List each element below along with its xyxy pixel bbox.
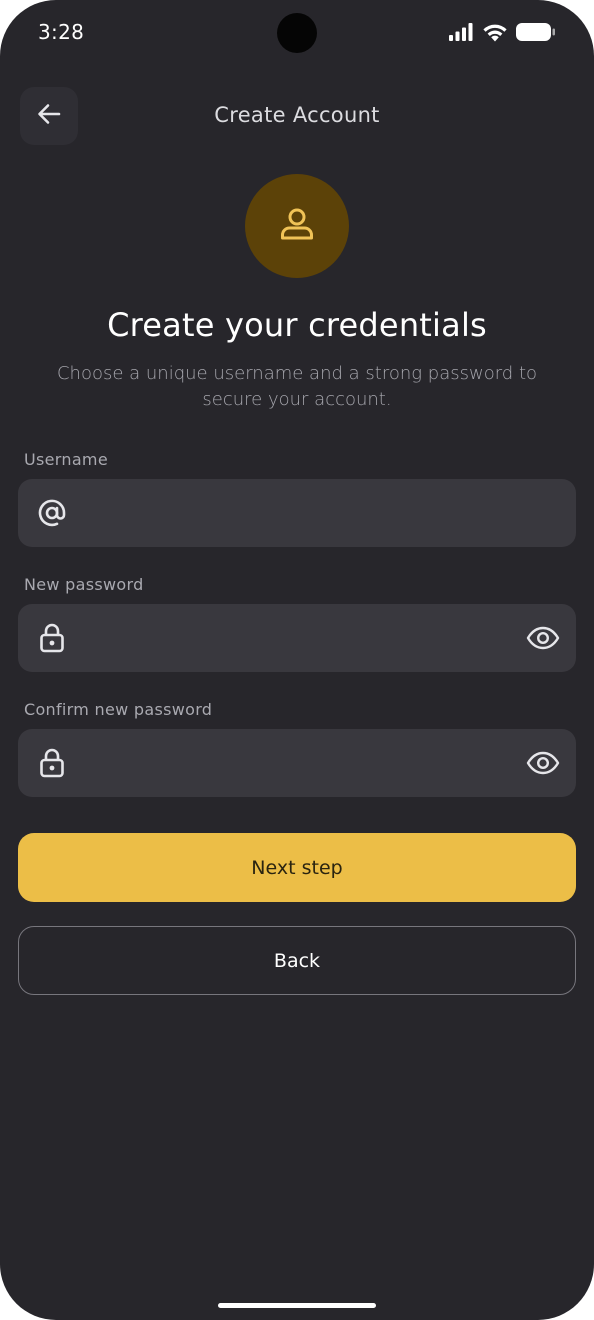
confirm-password-label: Confirm new password (24, 700, 213, 719)
new-password-field[interactable] (18, 604, 576, 672)
lock-icon (36, 622, 68, 654)
back-button[interactable]: Back (18, 926, 576, 995)
avatar (245, 174, 349, 278)
battery-icon (516, 22, 556, 46)
confirm-password-input[interactable] (86, 729, 506, 797)
new-password-input[interactable] (86, 604, 506, 672)
eye-icon[interactable] (526, 747, 560, 779)
at-sign-icon (36, 497, 68, 529)
main-heading: Create your credentials (107, 306, 487, 344)
signal-icon (448, 23, 474, 45)
username-field[interactable] (18, 479, 576, 547)
front-camera (277, 13, 317, 53)
username-label: Username (24, 450, 108, 469)
home-indicator[interactable] (218, 1303, 376, 1308)
lock-icon (36, 747, 68, 779)
status-icons (448, 22, 556, 46)
main-subtitle: Choose a unique username and a strong pa… (56, 363, 538, 410)
next-step-button[interactable]: Next step (18, 833, 576, 902)
new-password-label: New password (24, 575, 144, 594)
confirm-password-field[interactable] (18, 729, 576, 797)
eye-icon[interactable] (526, 622, 560, 654)
phone-screen: 3:28 Create Account Create your credenti… (0, 0, 594, 1320)
username-input[interactable] (86, 479, 506, 547)
wifi-icon (482, 23, 508, 46)
user-icon (277, 204, 317, 248)
page-title: Create Account (214, 103, 380, 127)
status-time: 3:28 (38, 20, 85, 44)
